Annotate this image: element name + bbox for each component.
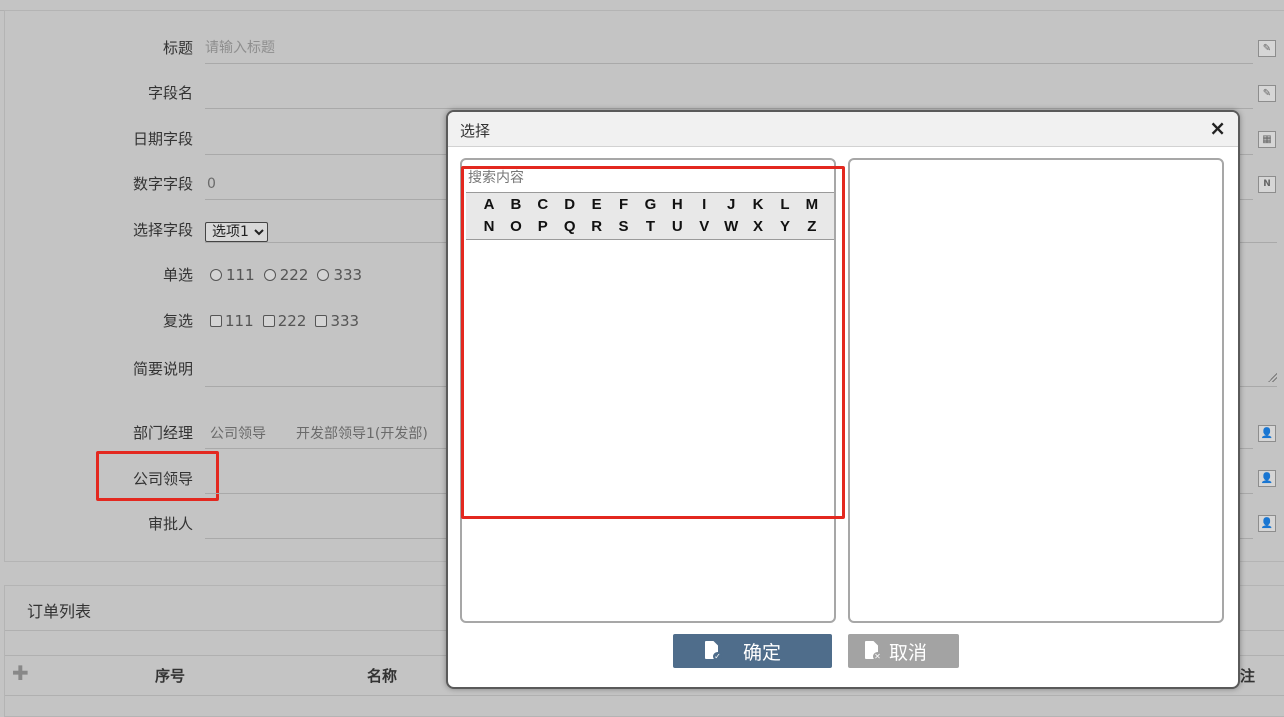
close-icon[interactable]: ×	[1209, 117, 1226, 139]
column-header-note: 注	[1240, 667, 1256, 685]
order-header-bottom-border	[5, 695, 1284, 696]
radio-label: 333	[333, 266, 363, 284]
title-underline	[205, 63, 1253, 64]
checkbox-option-111[interactable]: 111	[210, 311, 254, 331]
dept-manager-value-1: 公司领导	[210, 426, 266, 442]
field-label-date: 日期字段	[132, 130, 193, 148]
checkbox-option-333[interactable]: 333	[315, 311, 359, 331]
radio-button[interactable]	[317, 269, 330, 281]
checkbox-group: 111 222 333	[210, 311, 363, 332]
cancel-button-label: 取消	[889, 641, 928, 664]
checkbox-label: 111	[225, 312, 254, 330]
field-label-approver: 审批人	[147, 515, 193, 533]
user-icon[interactable]: 👤	[1258, 425, 1276, 442]
field-label-description: 简要说明	[132, 360, 193, 378]
select-field-dropdown[interactable]: 选项1	[205, 222, 268, 242]
select-dialog: 选择 × A B C D E F G H I J K L M N O	[446, 110, 1240, 689]
edit-icon[interactable]: ✎	[1258, 85, 1276, 102]
confirm-button[interactable]: ✓ 确定	[673, 634, 832, 668]
add-row-icon[interactable]: ✚	[12, 662, 29, 684]
checkbox[interactable]	[262, 315, 275, 327]
field-label-number: 数字字段	[132, 175, 193, 193]
user-icon[interactable]: 👤	[1258, 470, 1276, 487]
dialog-header: 选择 ×	[448, 112, 1238, 147]
radio-label: 222	[279, 266, 309, 284]
order-list-title: 订单列表	[27, 602, 92, 621]
dialog-title: 选择	[460, 122, 491, 140]
column-header-name: 名称	[367, 667, 398, 685]
checkbox-label: 333	[330, 312, 360, 330]
number-input[interactable]: 0	[207, 174, 216, 194]
edit-icon[interactable]: ✎	[1258, 40, 1276, 57]
user-icon[interactable]: 👤	[1258, 515, 1276, 532]
checkbox-label: 222	[277, 312, 307, 330]
title-input[interactable]: 请输入标题	[205, 38, 275, 58]
dept-manager-value-2: 开发部领导1(开发部)	[296, 426, 428, 442]
radio-button[interactable]	[210, 269, 222, 281]
column-header-index: 序号	[155, 667, 186, 685]
confirm-button-label: 确定	[743, 641, 782, 664]
highlight-frame-search-area	[461, 166, 845, 519]
field-label-select: 选择字段	[132, 221, 193, 239]
field-label-title: 标题	[162, 39, 193, 57]
number-icon[interactable]: N	[1258, 176, 1276, 193]
document-check-icon: ✓	[705, 641, 722, 661]
document-close-icon: ✕	[865, 641, 882, 661]
radio-label: 111	[226, 266, 255, 284]
field-label-company-leader: 公司领导	[132, 470, 193, 488]
checkbox[interactable]	[210, 315, 222, 327]
radio-option-222[interactable]: 222	[263, 265, 309, 285]
field-label-dept-manager: 部门经理	[132, 424, 193, 442]
field-label-checkbox: 复选	[162, 312, 193, 330]
field-label-fieldname: 字段名	[147, 84, 193, 102]
radio-option-333[interactable]: 333	[317, 265, 362, 285]
selected-list-box[interactable]	[848, 158, 1224, 623]
fieldname-input[interactable]	[205, 108, 1253, 109]
calendar-icon[interactable]: ▦	[1258, 131, 1276, 148]
cancel-button[interactable]: ✕ 取消	[848, 634, 959, 668]
radio-button[interactable]	[263, 269, 276, 281]
field-label-radio: 单选	[162, 266, 193, 284]
radio-group: 111 222 333	[210, 265, 366, 286]
checkbox[interactable]	[315, 315, 328, 327]
resize-handle-icon[interactable]	[1267, 372, 1277, 382]
radio-option-111[interactable]: 111	[210, 265, 255, 285]
checkbox-option-222[interactable]: 222	[262, 311, 307, 331]
